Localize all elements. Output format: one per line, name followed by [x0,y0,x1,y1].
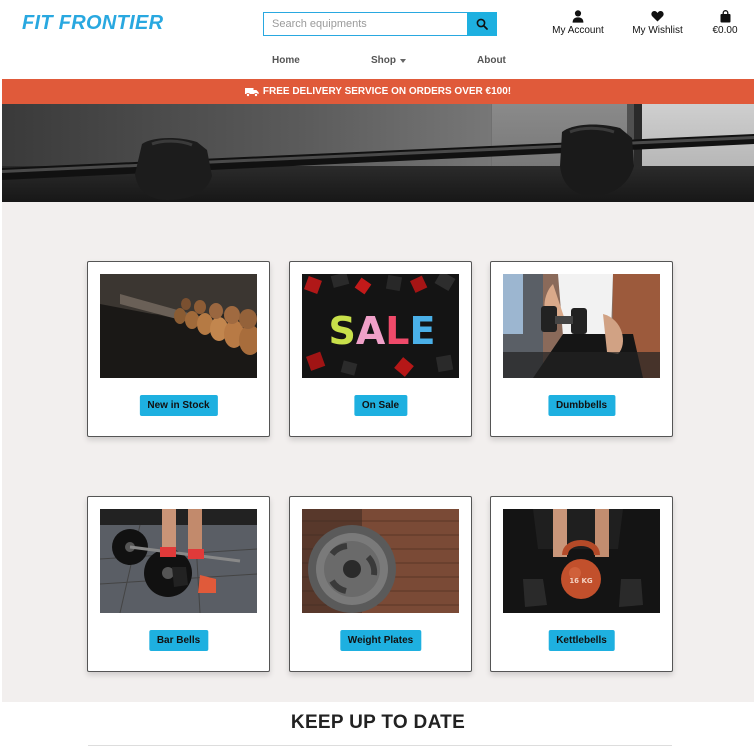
nav-about[interactable]: About [477,55,506,66]
bar-bells-button[interactable]: Bar Bells [148,630,209,651]
on-sale-image: SALE [302,274,459,378]
hero-image [2,104,754,202]
wishlist-link[interactable]: My Wishlist [630,9,685,36]
account-label: My Account [552,25,604,36]
chevron-down-icon [400,59,406,63]
nav-shop-label: Shop [371,55,396,66]
category-card-bar-bells[interactable]: Bar Bells [87,496,270,672]
category-card-weight-plates[interactable]: Weight Plates [289,496,472,672]
newsletter-section-title: KEEP UP TO DATE [290,712,466,733]
kettlebells-image: 16 KG [503,509,660,613]
user-icon [572,9,584,23]
dumbbells-image [503,274,660,378]
nav-home[interactable]: Home [272,55,300,66]
category-card-dumbbells[interactable]: Dumbbells [490,261,673,437]
truck-icon [244,87,259,97]
nav-home-label: Home [272,55,300,66]
shopping-bag-icon [720,9,730,22]
weight-plates-image [302,509,459,613]
nav-about-label: About [477,55,506,66]
category-card-kettlebells[interactable]: 16 KG Kettlebells [490,496,673,672]
kettlebell-weight-text: 16 KG [569,577,593,585]
kettlebells-button[interactable]: Kettlebells [548,630,615,651]
sale-letter-s: S [329,309,356,353]
search-form [263,12,497,36]
weight-plates-button[interactable]: Weight Plates [339,630,422,651]
new-in-stock-button[interactable]: New in Stock [139,395,218,416]
bar-bells-image [100,509,257,613]
nav-shop-dropdown[interactable]: Shop [371,55,406,66]
brand-logo[interactable]: FIT FRONTIER [22,12,163,35]
category-card-new-in-stock[interactable]: New in Stock [87,261,270,437]
section-divider [88,745,672,746]
svg-text:SALE: SALE [329,309,436,353]
dumbbells-button[interactable]: Dumbbells [547,395,616,416]
main-nav: Home Shop About [0,55,756,69]
heart-icon [651,11,664,22]
site-header: FIT FRONTIER My Account My Wishlist [0,0,756,79]
new-in-stock-image [100,274,257,378]
wishlist-label: My Wishlist [632,25,683,36]
bag-total: €0.00 [712,25,738,36]
delivery-banner: FREE DELIVERY SERVICE ON ORDERS OVER €10… [2,79,754,104]
delivery-banner-text: FREE DELIVERY SERVICE ON ORDERS OVER €10… [262,86,512,97]
on-sale-button[interactable]: On Sale [353,395,408,416]
search-input[interactable] [263,12,467,36]
search-icon [476,18,488,30]
search-button[interactable] [467,12,497,36]
shopping-bag-link[interactable]: €0.00 [706,9,744,36]
account-link[interactable]: My Account [549,9,607,36]
category-card-on-sale[interactable]: SALE On Sale [289,261,472,437]
category-section: New in Stock SALE On Sale Dumbbells Bar … [2,202,754,702]
